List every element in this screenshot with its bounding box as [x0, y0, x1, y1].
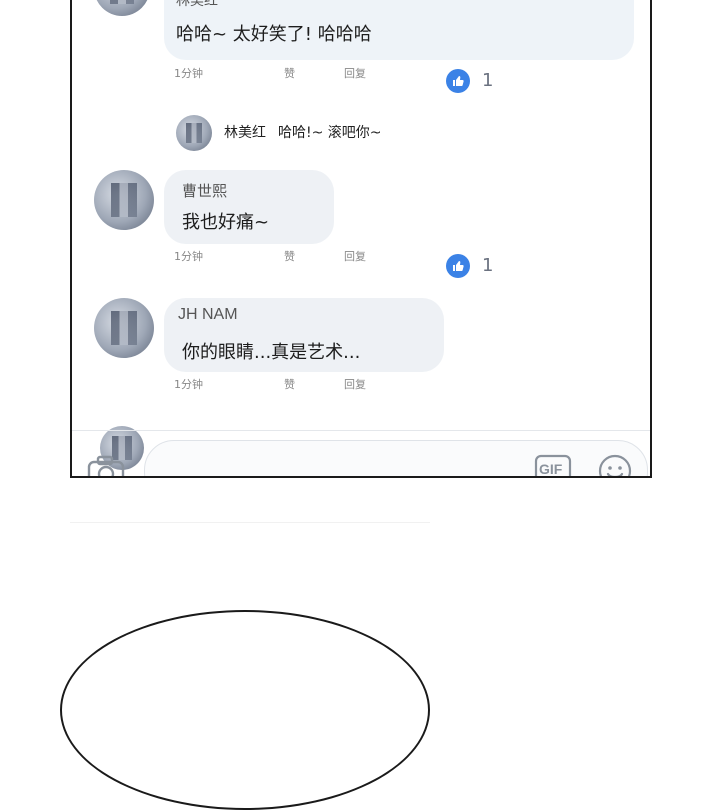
- avatar[interactable]: [94, 298, 154, 358]
- like-count: 1: [482, 70, 494, 91]
- composer-divider: [72, 430, 650, 431]
- emoji-icon[interactable]: [597, 453, 633, 476]
- comment-bubble: JH NAM 你的眼睛...真是艺术...: [164, 298, 444, 372]
- comment-author[interactable]: JH NAM: [178, 306, 238, 324]
- reply-link[interactable]: 回复: [344, 376, 366, 392]
- comment-input[interactable]: GIF: [144, 440, 648, 477]
- speech-bubble-outline: [60, 610, 430, 810]
- comment-bubble: 林美红 哈哈~ 太好笑了! 哈哈哈: [164, 0, 634, 60]
- gif-label: GIF: [539, 461, 563, 477]
- comment-text: 你的眼睛...真是艺术...: [182, 342, 361, 363]
- comment-time: 1分钟: [174, 250, 203, 263]
- comment-bubble: 曹世熙 我也好痛~: [164, 170, 334, 244]
- comment-time: 1分钟: [174, 67, 203, 80]
- comment-text: 哈哈~ 太好笑了! 哈哈哈: [176, 24, 372, 45]
- comment-text: 我也好痛~: [182, 212, 270, 233]
- camera-icon[interactable]: [86, 454, 126, 476]
- reply-link[interactable]: 回复: [344, 248, 366, 264]
- comment-time: 1分钟: [174, 378, 203, 391]
- thumbs-up-icon[interactable]: [446, 69, 470, 93]
- gif-icon[interactable]: GIF: [533, 453, 573, 477]
- like-link[interactable]: 赞: [284, 376, 295, 392]
- reply-link[interactable]: 回复: [344, 65, 366, 81]
- avatar[interactable]: [94, 0, 150, 16]
- avatar[interactable]: [94, 170, 154, 230]
- reply-author[interactable]: 林美红: [224, 122, 266, 142]
- like-count: 1: [482, 255, 494, 276]
- comment-author[interactable]: 曹世熙: [182, 180, 227, 201]
- like-link[interactable]: 赞: [284, 248, 295, 264]
- comments-panel: 林美红 哈哈~ 太好笑了! 哈哈哈 1分钟 赞 回复 1 林美红 哈哈!~ 滚吧…: [70, 0, 652, 478]
- reply-avatar[interactable]: [176, 115, 212, 151]
- like-link[interactable]: 赞: [284, 65, 295, 81]
- comment-author[interactable]: 林美红: [176, 0, 218, 10]
- thumbs-up-icon[interactable]: [446, 254, 470, 278]
- page-divider: [70, 522, 430, 523]
- reply-text: 哈哈!~ 滚吧你~: [278, 125, 382, 141]
